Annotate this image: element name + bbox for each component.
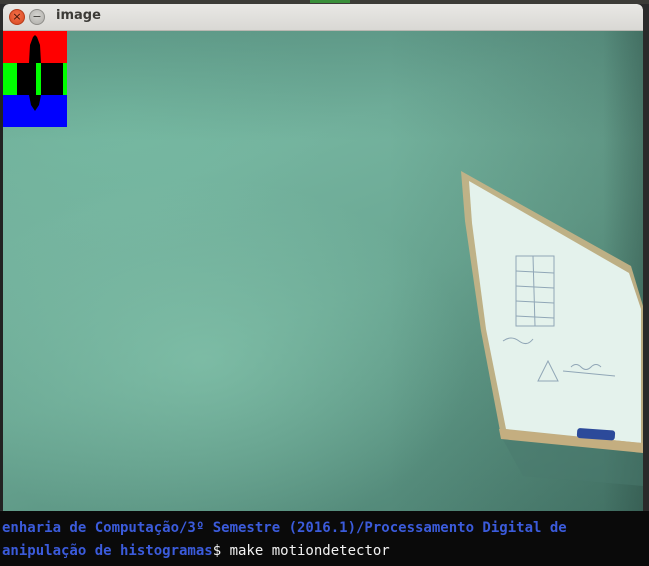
minimize-icon: − (32, 10, 42, 23)
whiteboard-surface (469, 181, 641, 443)
close-icon: × (12, 10, 22, 23)
histogram-blue-band (3, 95, 67, 127)
terminal[interactable]: enharia de Computação/3º Semestre (2016.… (0, 511, 649, 566)
histogram-blue-fill (3, 95, 67, 127)
histogram-red-band (3, 31, 67, 63)
terminal-line-path: enharia de Computação/3º Semestre (2016.… (2, 520, 567, 536)
terminal-command: make motiondetector (229, 543, 390, 559)
histogram-red-chart (3, 31, 67, 63)
minimize-button[interactable]: − (29, 9, 45, 25)
histogram-green-fill (3, 63, 67, 95)
histogram-overlay (3, 31, 67, 127)
panel-accent (310, 0, 350, 3)
histogram-red-fill (3, 31, 67, 63)
desktop: × − image enharia de Computação/3º Semes… (0, 0, 649, 566)
terminal-prompt-symbol: $ (212, 543, 230, 559)
terminal-line-prompt[interactable]: anipulação de histogramas$ make motionde… (2, 543, 390, 559)
histogram-blue-chart (3, 95, 67, 127)
window-titlebar[interactable]: × − image (3, 4, 643, 31)
terminal-prompt-path: anipulação de histogramas (2, 543, 213, 559)
image-window[interactable]: × − image (3, 4, 643, 511)
camera-frame (3, 31, 643, 511)
histogram-green-chart (3, 63, 67, 95)
close-button[interactable]: × (9, 9, 25, 25)
window-title: image (56, 8, 101, 23)
whiteboard-image (461, 171, 643, 486)
background-window-edge-right (643, 30, 649, 510)
histogram-green-band (3, 63, 67, 95)
